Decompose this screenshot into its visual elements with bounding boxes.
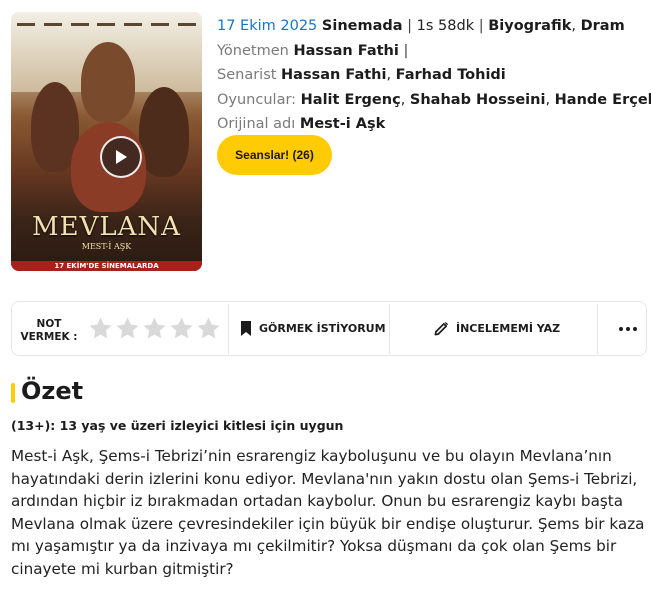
divider — [228, 304, 229, 354]
star-icon[interactable] — [88, 316, 113, 341]
original-title: Mest-i Aşk — [299, 116, 386, 132]
poster-credits — [17, 20, 196, 36]
director-label: Yönetmen — [217, 42, 289, 59]
cast-row: Oyuncular: Halit Ergenç, Shahab Hosseini… — [217, 91, 651, 108]
cast-link[interactable]: Halit Ergenç — [301, 92, 401, 108]
star-icon[interactable] — [169, 316, 194, 341]
play-icon — [116, 150, 127, 164]
heading-accent — [11, 383, 15, 403]
cast-label: Oyuncular: — [217, 91, 297, 108]
summary-heading: Özet — [21, 377, 84, 405]
age-rating: (13+): 13 yaş ve üzeri izleyici kitlesi … — [11, 418, 344, 433]
separator: | — [407, 18, 413, 34]
pencil-icon — [434, 321, 449, 336]
writer-label: Senarist — [217, 67, 277, 83]
movie-info: 17 Ekim 2025 Sinemada | 1s 58dk | Biyogr… — [217, 15, 651, 138]
write-review-button[interactable]: İNCELEMEMİ YAZ — [434, 302, 560, 355]
release-date[interactable]: 17 Ekim 2025 — [217, 18, 317, 34]
more-options-icon[interactable] — [609, 302, 647, 355]
star-icon[interactable] — [196, 316, 221, 341]
play-trailer-button[interactable] — [100, 136, 142, 178]
poster-title: MEVLANA — [32, 212, 181, 242]
star-icon[interactable] — [115, 316, 140, 341]
divider — [597, 304, 598, 354]
genre-link[interactable]: Dram — [581, 18, 625, 34]
director-row: Yönetmen Hassan Fathi | — [217, 40, 647, 65]
cast-link[interactable]: Hande Erçel — [555, 92, 651, 108]
star-icon[interactable] — [142, 316, 167, 341]
bookmark-icon — [241, 321, 251, 336]
separator: | — [478, 18, 484, 34]
genre-link[interactable]: Biyografik — [488, 18, 571, 34]
director-link[interactable]: Hassan Fathi — [293, 43, 398, 59]
meta-row: 17 Ekim 2025 Sinemada | 1s 58dk | Biyogr… — [217, 18, 625, 34]
cast-link[interactable]: Shahab Hosseini — [410, 92, 546, 108]
writer-link[interactable]: Farhad Tohidi — [396, 67, 506, 83]
writer-row: Senarist Hassan Fathi, Farhad Tohidi — [217, 67, 506, 83]
summary-text: Mest-i Aşk, Şems-i Tebrizi’nin esrarengi… — [11, 447, 645, 578]
original-title-row: Orijinal adı Mest-i Aşk — [217, 113, 647, 138]
rating-stars[interactable] — [88, 316, 221, 341]
divider — [389, 304, 390, 354]
poster-figure-main — [81, 42, 135, 122]
poster-subtitle: MEST-İ AŞK — [81, 242, 132, 251]
writer-link[interactable]: Hassan Fathi — [281, 67, 386, 83]
poster-banner: 17 EKİM'DE SİNEMALARDA — [11, 261, 202, 271]
separator: | — [403, 42, 409, 59]
duration: 1s 58dk — [416, 18, 475, 34]
watchlist-button[interactable]: GÖRMEK İSTİYORUM — [240, 302, 386, 355]
action-bar: NOT VERMEK : GÖRMEK İSTİYORUM İNCELEMEMİ… — [11, 301, 647, 356]
movie-poster[interactable]: MEVLANA MEST-İ AŞK 17 EKİM'DE SİNEMALARD… — [11, 12, 202, 271]
original-title-label: Orijinal adı — [217, 116, 296, 132]
rate-label: NOT VERMEK : — [20, 318, 78, 343]
poster-figure-right — [139, 87, 189, 177]
release-venue: Sinemada — [321, 18, 403, 34]
showtimes-button[interactable]: Seanslar! (26) — [217, 135, 332, 175]
